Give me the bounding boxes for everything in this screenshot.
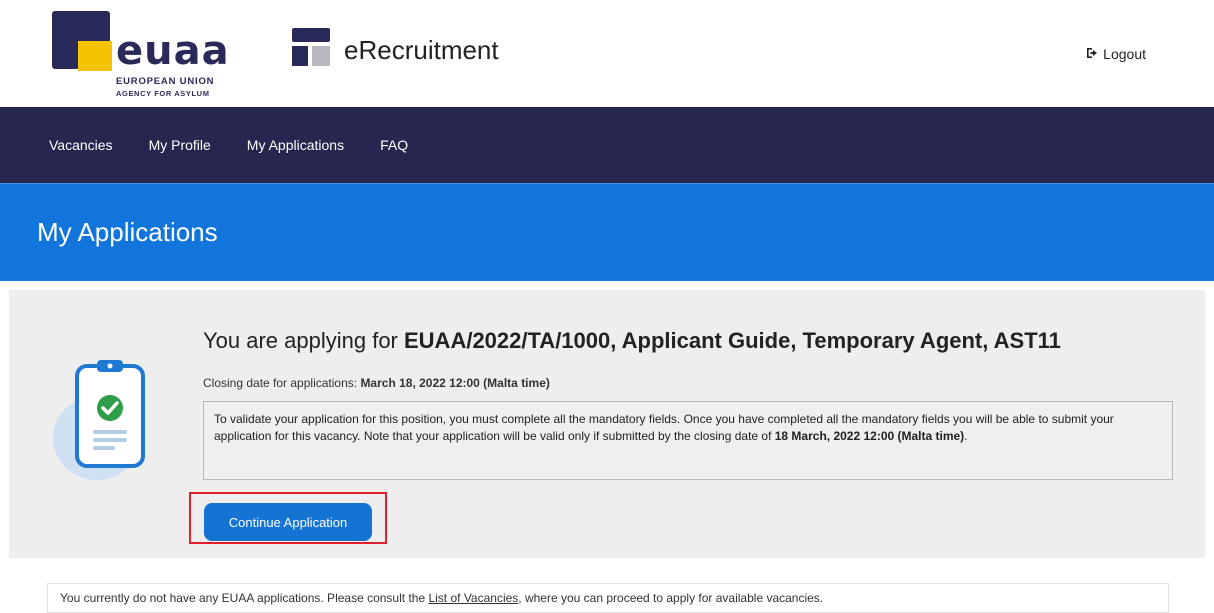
main-nav: Vacancies My Profile My Applications FAQ (0, 107, 1214, 183)
logo-wordmark: euaa (116, 28, 230, 74)
clipboard-check-icon (49, 358, 159, 493)
nav-item-my-applications[interactable]: My Applications (247, 137, 344, 153)
closing-date-value: March 18, 2022 12:00 (Malta time) (360, 376, 550, 390)
nav-item-my-profile[interactable]: My Profile (149, 137, 211, 153)
nav-item-vacancies[interactable]: Vacancies (49, 137, 113, 153)
notice-end: . (964, 428, 968, 443)
list-of-vacancies-link[interactable]: List of Vacancies (428, 591, 518, 605)
note-text-after: , where you can proceed to apply for ava… (518, 591, 824, 605)
logout-link[interactable]: Logout (1086, 46, 1146, 62)
application-panel: You are applying for EUAA/2022/TA/1000, … (9, 290, 1205, 558)
notice-deadline: 18 March, 2022 12:00 (Malta time) (774, 428, 965, 443)
sign-out-icon (1086, 47, 1099, 62)
logout-label: Logout (1103, 46, 1146, 62)
vacancy-title: EUAA/2022/TA/1000, Applicant Guide, Temp… (404, 328, 1061, 353)
header: euaa EUROPEAN UNION AGENCY FOR ASYLUM eR… (0, 0, 1214, 107)
page-title: My Applications (37, 217, 218, 247)
erecruitment-brand[interactable]: eRecruitment (292, 28, 499, 72)
closing-date-line: Closing date for applications: March 18,… (203, 376, 550, 390)
applying-for-prefix: You are applying for (203, 328, 404, 353)
erecruitment-logo-icon (292, 28, 330, 72)
notice-text: To validate your application for this po… (214, 412, 1114, 443)
app-title: eRecruitment (344, 34, 499, 65)
continue-application-button[interactable]: Continue Application (204, 503, 372, 541)
continue-highlight-box: Continue Application (189, 492, 387, 544)
logo-subtitle-2: AGENCY FOR ASYLUM (116, 89, 210, 98)
note-text-before: You currently do not have any EUAA appli… (60, 591, 429, 605)
closing-date-label: Closing date for applications: (203, 376, 361, 390)
validation-notice: To validate your application for this po… (203, 401, 1173, 480)
euaa-logo[interactable]: euaa EUROPEAN UNION AGENCY FOR ASYLUM (52, 11, 232, 105)
nav-item-faq[interactable]: FAQ (380, 137, 408, 153)
page-banner: My Applications (0, 183, 1214, 281)
applying-for-heading: You are applying for EUAA/2022/TA/1000, … (203, 328, 1061, 354)
logo-subtitle-1: EUROPEAN UNION (116, 76, 215, 87)
no-applications-note: You currently do not have any EUAA appli… (47, 583, 1169, 613)
logo-square-yellow (78, 41, 112, 71)
